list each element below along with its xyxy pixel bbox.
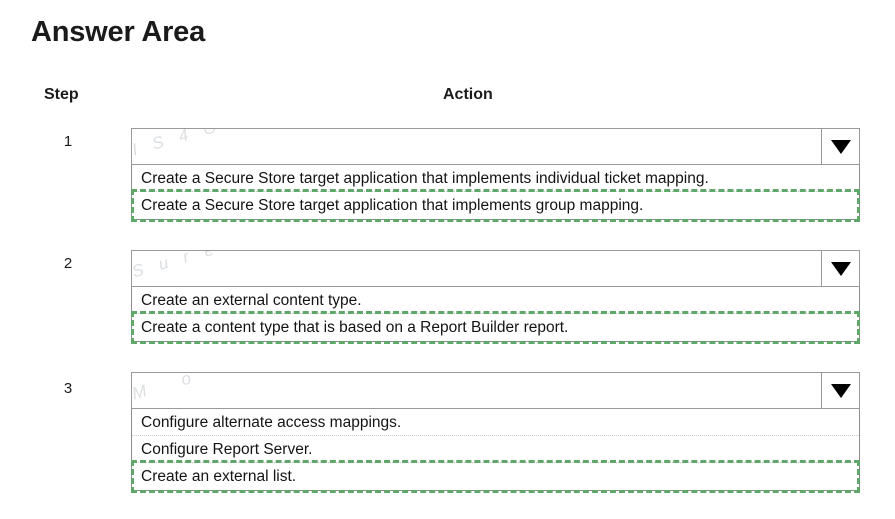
action-dropdown[interactable]: IS4O IS4O IS4O IS4O IS4O IS4O IS4O IS4O … (131, 128, 860, 222)
step-number: 2 (63, 255, 73, 272)
dropdown-option-list: Create a Secure Store target application… (131, 165, 860, 220)
step-number: 1 (63, 133, 73, 150)
dropdown-option[interactable]: Create a Secure Store target application… (132, 165, 859, 192)
watermark-text: IS4O IS4O IS4O IS4O IS4O IS4O IS4O IS4O … (132, 129, 836, 164)
watermark-text: Sure Sure Sure Sure Sure Sure Sure Sure … (132, 251, 836, 286)
column-header-action: Action (443, 86, 493, 103)
action-dropdown[interactable]: M o M o M o M o M o M o M o M o M o M o … (131, 372, 860, 493)
dropdown-toggle-button[interactable] (821, 129, 859, 164)
step-number: 3 (63, 380, 73, 397)
triangle-down-icon (830, 261, 851, 276)
dropdown-option[interactable]: Configure alternate access mappings. (132, 409, 859, 436)
action-dropdown[interactable]: Sure Sure Sure Sure Sure Sure Sure Sure … (131, 250, 860, 344)
dropdown-option[interactable]: Create a content type that is based on a… (132, 314, 859, 341)
dropdown-option[interactable]: Configure Report Server. (132, 436, 859, 463)
watermark-text: M o M o M o M o M o M o M o M o M o M o … (132, 373, 836, 408)
dropdown-option[interactable]: Create a Secure Store target application… (132, 192, 859, 219)
answer-area-page: Answer Area Step Action 1 IS4O IS4O IS4O … (0, 0, 895, 519)
triangle-down-icon (830, 139, 851, 154)
triangle-down-icon (830, 383, 851, 398)
dropdown-toggle-button[interactable] (821, 373, 859, 408)
dropdown-option[interactable]: Create an external list. (132, 463, 859, 490)
dropdown-closed-field[interactable]: Sure Sure Sure Sure Sure Sure Sure Sure … (131, 250, 860, 287)
column-header-step: Step (44, 86, 79, 103)
dropdown-closed-field[interactable]: IS4O IS4O IS4O IS4O IS4O IS4O IS4O IS4O … (131, 128, 860, 165)
dropdown-toggle-button[interactable] (821, 251, 859, 286)
dropdown-closed-field[interactable]: M o M o M o M o M o M o M o M o M o M o … (131, 372, 860, 409)
page-title: Answer Area (31, 16, 206, 48)
dropdown-option-list: Configure alternate access mappings. Conf… (131, 409, 860, 491)
dropdown-option-list: Create an external content type. Create a… (131, 287, 860, 342)
dropdown-option[interactable]: Create an external content type. (132, 287, 859, 314)
